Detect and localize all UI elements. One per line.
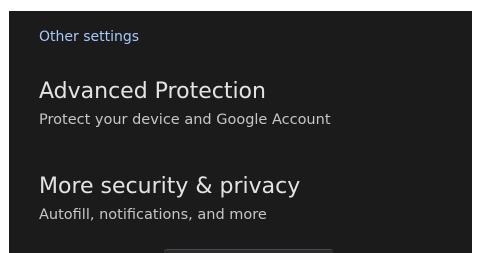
settings-item-advanced-protection[interactable]: Advanced Protection Protect your device … — [9, 73, 472, 143]
section-header-other-settings: Other settings — [39, 29, 140, 45]
settings-screen: Other settings Advanced Protection Prote… — [9, 11, 472, 253]
settings-item-title: Advanced Protection — [39, 79, 266, 104]
bottom-sheet-handle — [164, 249, 333, 253]
settings-item-subtitle: Autofill, notifications, and more — [39, 207, 267, 223]
settings-item-subtitle: Protect your device and Google Account — [39, 112, 331, 128]
settings-item-title: More security & privacy — [39, 174, 301, 199]
settings-item-more-security-privacy[interactable]: More security & privacy Autofill, notifi… — [9, 168, 472, 238]
